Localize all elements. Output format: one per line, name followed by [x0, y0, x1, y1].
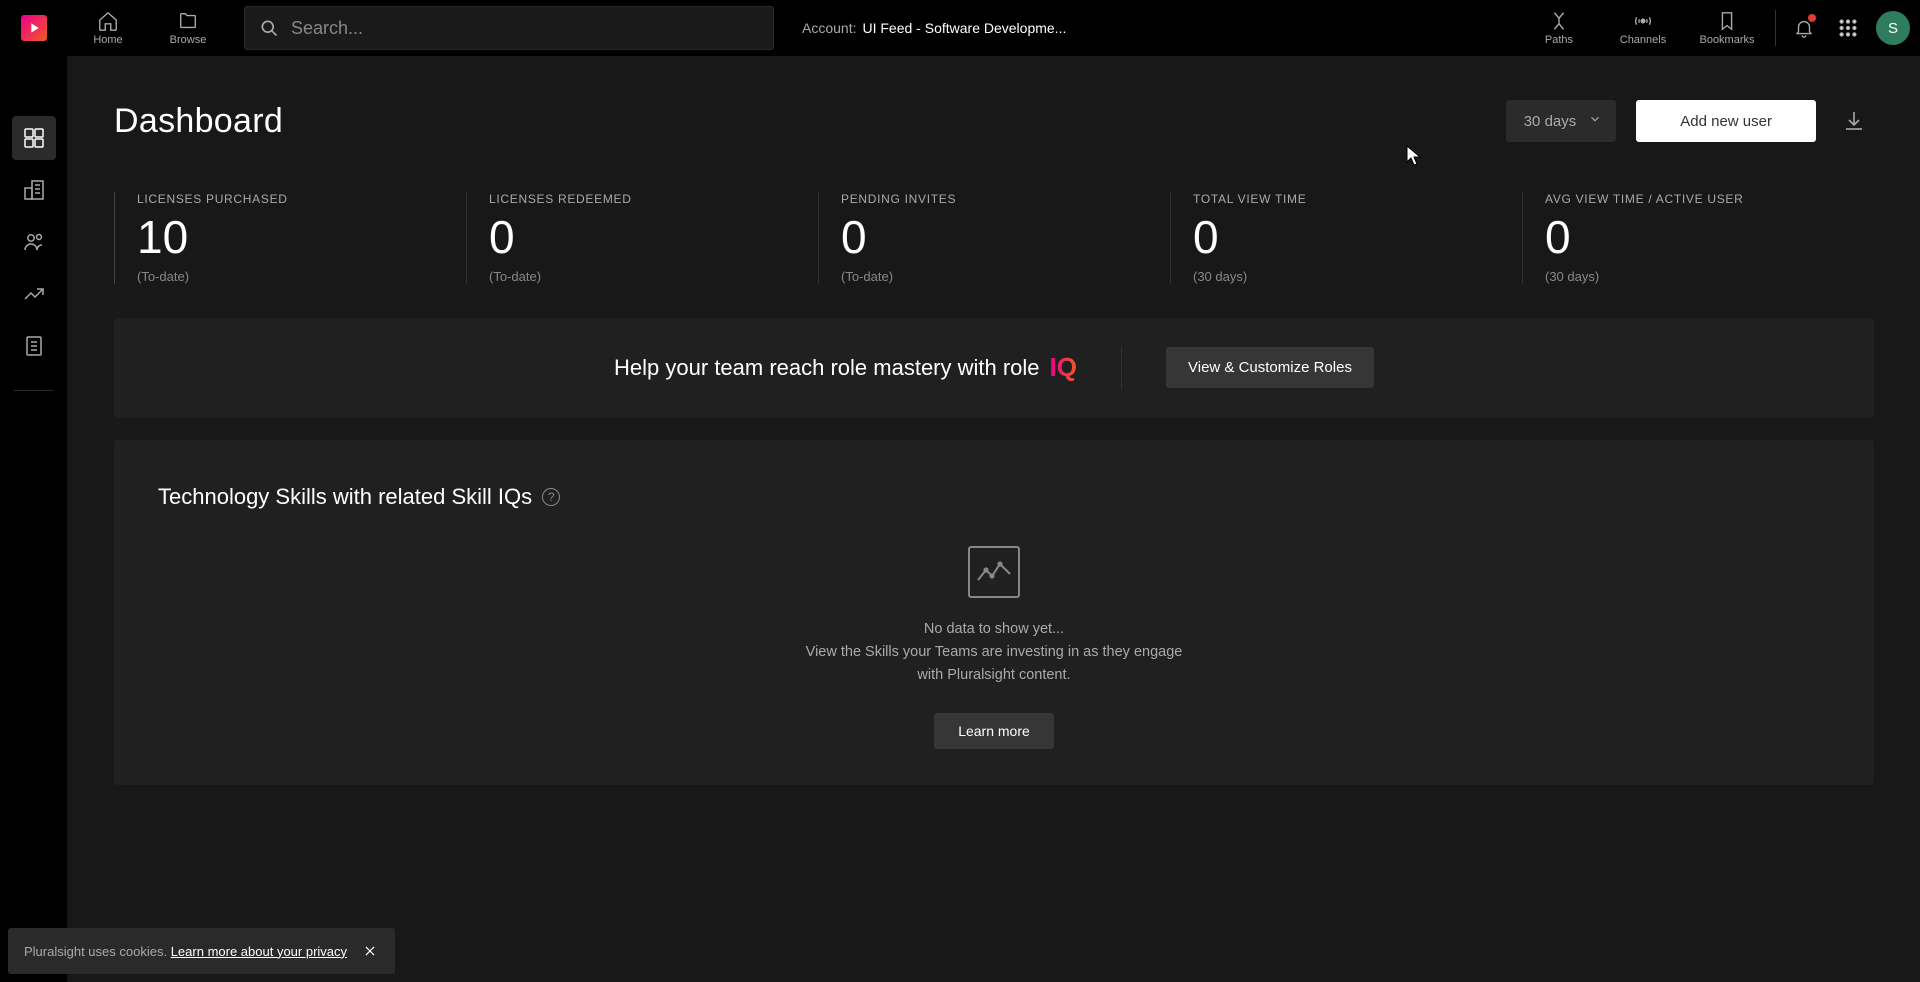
org-icon: [22, 178, 46, 202]
skills-card: Technology Skills with related Skill IQs…: [114, 440, 1874, 786]
search-icon: [259, 18, 279, 38]
primary-nav: Home Browse: [68, 0, 228, 56]
nav-home-label: Home: [93, 34, 122, 46]
role-iq-text: Help your team reach role mastery with r…: [614, 352, 1077, 383]
account-label: Account:: [802, 20, 856, 36]
play-icon: [26, 20, 42, 36]
download-icon: [1842, 109, 1866, 133]
browse-icon: [177, 10, 199, 32]
stat-label: TOTAL VIEW TIME: [1193, 192, 1500, 206]
brand-logo[interactable]: [0, 15, 68, 41]
stat-value: 0: [841, 212, 1148, 263]
nav-bookmarks[interactable]: Bookmarks: [1685, 10, 1769, 46]
cookie-text: Pluralsight uses cookies.: [24, 944, 167, 959]
skills-header: Technology Skills with related Skill IQs…: [158, 484, 1830, 510]
notifications-button[interactable]: [1782, 6, 1826, 50]
chevron-down-icon: [1588, 112, 1602, 130]
empty-state-text: No data to show yet... View the Skills y…: [794, 618, 1194, 688]
rail-org[interactable]: [12, 168, 56, 212]
secondary-nav: Paths Channels Bookmarks S: [1517, 0, 1910, 56]
iq-badge: IQ: [1050, 352, 1077, 383]
home-icon: [97, 10, 119, 32]
stat-pending-invites: PENDING INVITES 0 (To-date): [818, 192, 1170, 284]
people-icon: [22, 230, 46, 254]
stat-label: LICENSES PURCHASED: [137, 192, 444, 206]
channels-icon: [1632, 10, 1654, 32]
stat-label: AVG VIEW TIME / ACTIVE USER: [1545, 192, 1852, 206]
nav-bookmarks-label: Bookmarks: [1699, 34, 1754, 46]
stat-value: 10: [137, 212, 444, 263]
dashboard-icon: [22, 126, 46, 150]
nav-paths[interactable]: Paths: [1517, 10, 1601, 46]
cookie-close-button[interactable]: [361, 942, 379, 960]
stat-value: 0: [489, 212, 796, 263]
page-title: Dashboard: [114, 102, 283, 141]
rail-divider: [14, 390, 54, 391]
empty-line-1: No data to show yet...: [794, 618, 1194, 641]
download-button[interactable]: [1834, 101, 1874, 141]
bookmark-icon: [1716, 10, 1738, 32]
close-icon: [363, 944, 377, 958]
empty-state: No data to show yet... View the Skills y…: [158, 536, 1830, 750]
date-range-value: 30 days: [1524, 113, 1577, 130]
stat-value: 0: [1193, 212, 1500, 263]
date-range-select[interactable]: 30 days: [1506, 100, 1617, 142]
stats-row: LICENSES PURCHASED 10 (To-date) LICENSES…: [114, 192, 1874, 284]
cookie-privacy-link[interactable]: Learn more about your privacy: [171, 944, 347, 959]
rail-people[interactable]: [12, 220, 56, 264]
stat-sub: (30 days): [1545, 269, 1852, 284]
role-iq-sentence: Help your team reach role mastery with r…: [614, 355, 1040, 381]
paths-icon: [1548, 10, 1570, 32]
stat-sub: (To-date): [137, 269, 444, 284]
divider: [1121, 346, 1122, 390]
dashboard-header: Dashboard 30 days Add new user: [114, 100, 1874, 142]
search-bar[interactable]: [244, 6, 774, 50]
stat-avg-view-time: AVG VIEW TIME / ACTIVE USER 0 (30 days): [1522, 192, 1874, 284]
add-user-button[interactable]: Add new user: [1636, 100, 1816, 142]
nav-channels[interactable]: Channels: [1601, 10, 1685, 46]
top-bar: Home Browse Account: UI Feed - Software …: [0, 0, 1920, 56]
stat-label: LICENSES REDEEMED: [489, 192, 796, 206]
stat-sub: (To-date): [489, 269, 796, 284]
analytics-icon: [22, 282, 46, 306]
rail-analytics[interactable]: [12, 272, 56, 316]
empty-state-icon: [968, 546, 1020, 598]
grid-icon: [1837, 17, 1859, 39]
main-content: Dashboard 30 days Add new user LICENSES …: [68, 56, 1920, 982]
learn-more-button[interactable]: Learn more: [934, 713, 1054, 749]
stat-label: PENDING INVITES: [841, 192, 1148, 206]
nav-browse[interactable]: Browse: [148, 0, 228, 56]
rail-log[interactable]: [12, 324, 56, 368]
stat-sub: (To-date): [841, 269, 1148, 284]
account-switcher[interactable]: Account: UI Feed - Software Developme...: [802, 20, 1066, 36]
logo-mark: [21, 15, 47, 41]
view-roles-button[interactable]: View & Customize Roles: [1166, 347, 1374, 388]
skills-title: Technology Skills with related Skill IQs: [158, 484, 532, 510]
user-avatar[interactable]: S: [1876, 11, 1910, 45]
notification-dot: [1808, 14, 1816, 22]
nav-channels-label: Channels: [1620, 34, 1666, 46]
nav-paths-label: Paths: [1545, 34, 1573, 46]
rail-dashboard[interactable]: [12, 116, 56, 160]
log-icon: [22, 334, 46, 358]
stat-licenses-redeemed: LICENSES REDEEMED 0 (To-date): [466, 192, 818, 284]
search-input[interactable]: [291, 18, 759, 39]
account-value: UI Feed - Software Developme...: [862, 20, 1066, 36]
role-iq-banner: Help your team reach role mastery with r…: [114, 318, 1874, 418]
avatar-initial: S: [1888, 20, 1898, 37]
stat-total-view-time: TOTAL VIEW TIME 0 (30 days): [1170, 192, 1522, 284]
nav-home[interactable]: Home: [68, 0, 148, 56]
help-icon[interactable]: ?: [542, 488, 560, 506]
nav-browse-label: Browse: [170, 34, 207, 46]
stat-value: 0: [1545, 212, 1852, 263]
stat-sub: (30 days): [1193, 269, 1500, 284]
stat-licenses-purchased: LICENSES PURCHASED 10 (To-date): [114, 192, 466, 284]
cookie-toast: Pluralsight uses cookies. Learn more abo…: [8, 928, 395, 974]
divider: [1775, 10, 1776, 46]
apps-button[interactable]: [1826, 6, 1870, 50]
side-rail: [0, 56, 68, 982]
empty-line-2: View the Skills your Teams are investing…: [794, 641, 1194, 687]
